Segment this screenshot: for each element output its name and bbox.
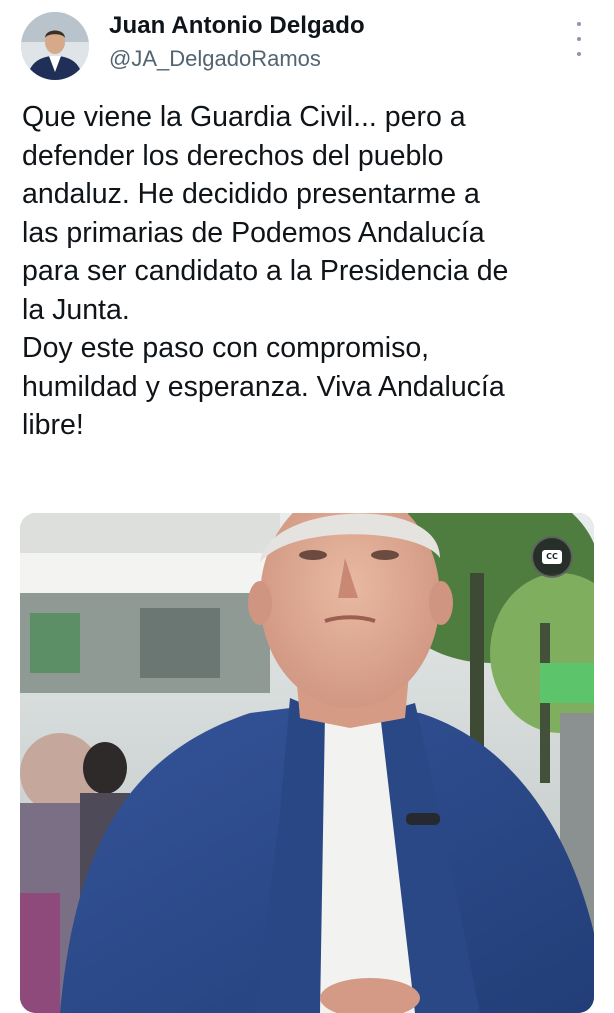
tweet-text-line: andaluz. He decidido presentarme a — [22, 178, 480, 210]
tweet-text-line: Doy este paso con compromiso, — [22, 332, 430, 364]
author-display-name[interactable]: Juan Antonio Delgado — [109, 12, 365, 40]
tweet-text-line: la Junta. — [22, 293, 130, 326]
tweet-text-line: humildad y esperanza. Viva Andalucía — [22, 370, 505, 403]
author-handle[interactable]: @JA_DelgadoRamos — [109, 46, 321, 72]
video-player[interactable] — [20, 513, 594, 1013]
tweet-text-line: para ser candidato a la Presidencia de — [22, 255, 509, 287]
avatar-photo — [21, 12, 89, 80]
tweet-text-line: las primarias de Podemos Andalucía — [22, 216, 485, 249]
dot — [577, 52, 581, 56]
captions-button[interactable]: CC — [531, 536, 573, 578]
more-options-icon[interactable] — [568, 22, 590, 56]
tweet-text-line: Que viene la Guardia Civil... pero a — [22, 101, 466, 133]
tweet-text-line: libre! — [22, 409, 84, 441]
dot — [577, 22, 581, 26]
video-frame — [20, 513, 594, 1013]
captions-icon: CC — [542, 550, 562, 564]
tweet-text-line: defender los derechos del pueblo — [22, 139, 444, 172]
tweet-text: Que viene la Guardia Civil... pero a def… — [22, 98, 607, 445]
tweet-header: Juan Antonio Delgado @JA_DelgadoRamos — [0, 0, 614, 90]
avatar[interactable] — [21, 12, 89, 80]
dot — [577, 37, 581, 41]
